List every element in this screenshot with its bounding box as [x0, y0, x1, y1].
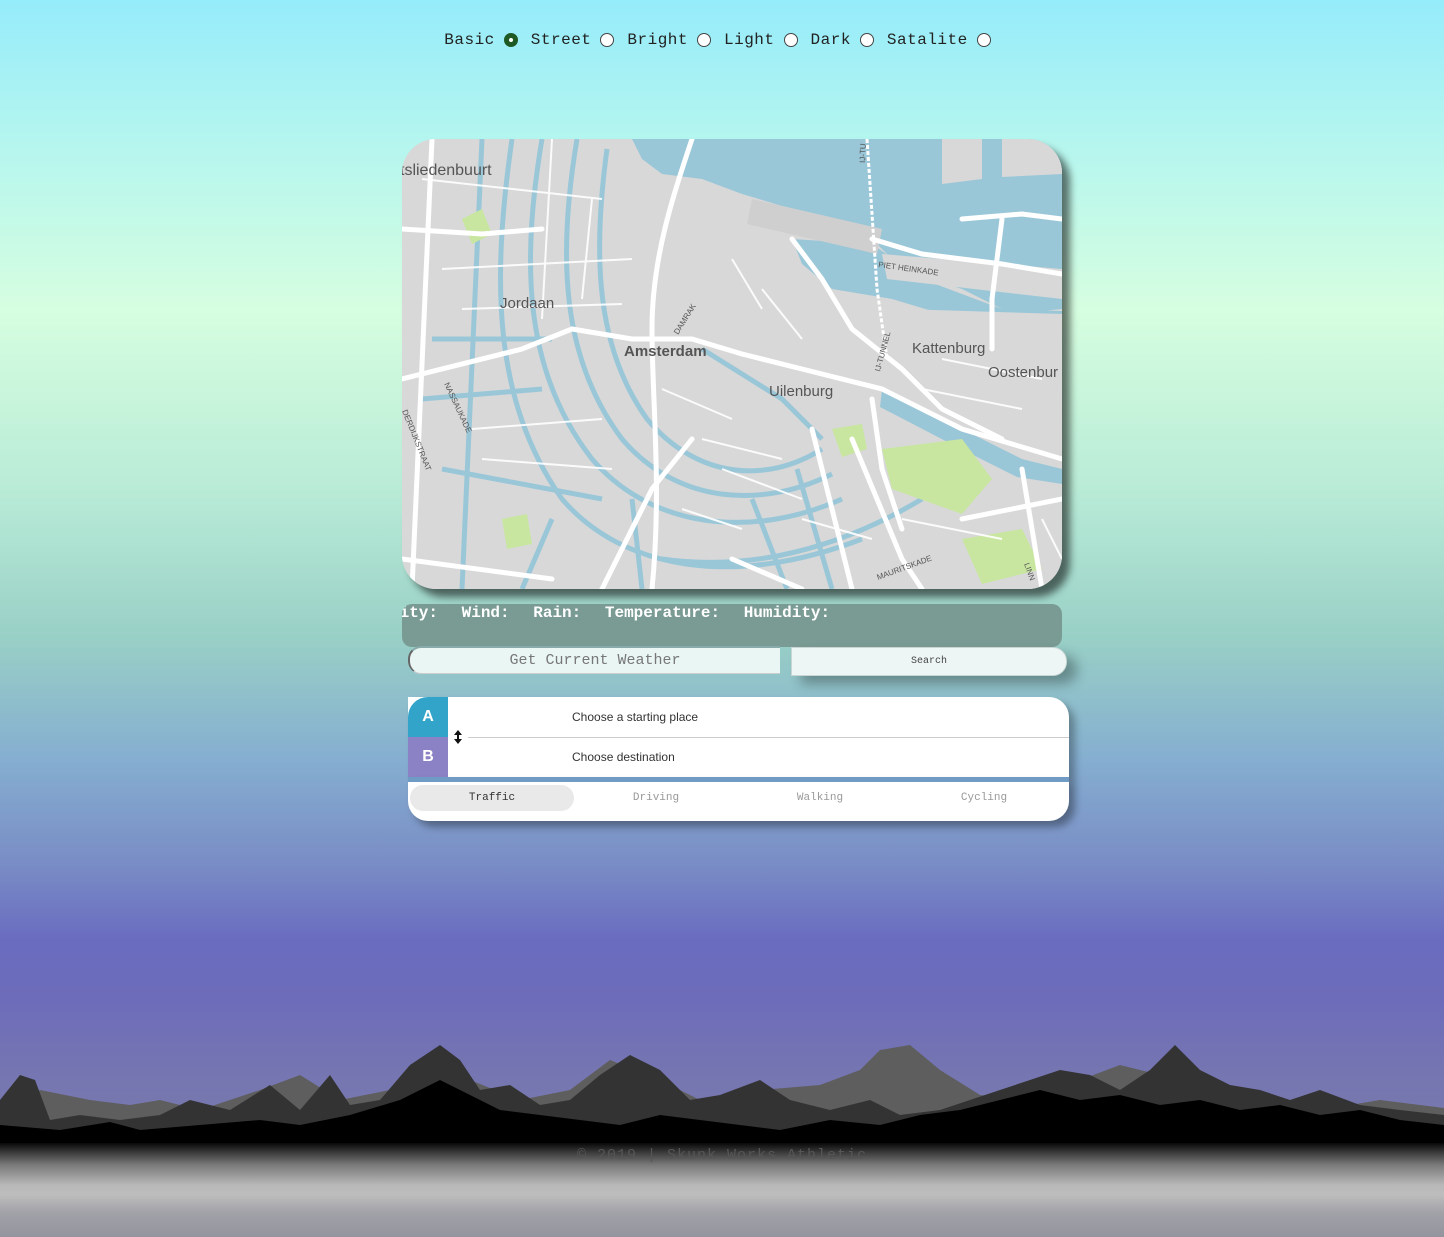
- style-radio-basic[interactable]: [503, 33, 518, 47]
- style-radio-street[interactable]: [600, 33, 615, 47]
- style-option-light[interactable]: Light: [724, 31, 807, 49]
- map-label-jordaan: Jordaan: [500, 295, 554, 312]
- style-option-basic[interactable]: Basic: [444, 31, 527, 49]
- tab-driving[interactable]: Driving: [574, 785, 738, 811]
- style-radio-dark[interactable]: [859, 33, 874, 47]
- profile-tabs: Traffic Driving Walking Cycling: [410, 785, 1066, 811]
- style-label-dark: Dark: [810, 31, 851, 49]
- directions-profile-bar: Traffic Driving Walking Cycling: [408, 777, 1069, 821]
- style-label-street: Street: [530, 31, 592, 49]
- map-style-switcher: Basic Street Bright Light Dark Satalite: [0, 31, 1444, 49]
- style-option-dark[interactable]: Dark: [811, 31, 883, 49]
- weather-fields: lity: Wind: Rain: Temperature: Humidity:: [402, 604, 844, 622]
- style-label-satalite: Satalite: [886, 31, 968, 49]
- style-option-street[interactable]: Street: [531, 31, 624, 49]
- style-option-satalite[interactable]: Satalite: [887, 31, 1000, 49]
- weather-info-bar: lity: Wind: Rain: Temperature: Humidity:: [402, 604, 1062, 647]
- map-label-ij-tunnel-top: IJ-TU: [858, 143, 868, 163]
- weather-field-rain: Rain:: [533, 604, 582, 622]
- tab-walking[interactable]: Walking: [738, 785, 902, 811]
- weather-field-temperature: Temperature:: [604, 604, 721, 622]
- footer: © 2019 | Skunk Works Athletic: [0, 1143, 1444, 1237]
- map-view[interactable]: tsliedenbuurt Jordaan Amsterdam Uilenbur…: [402, 139, 1062, 589]
- map-label-kattenburg: Kattenburg: [912, 340, 985, 357]
- map-label-westerpark: tsliedenbuurt: [402, 162, 492, 179]
- style-label-basic: Basic: [444, 31, 495, 49]
- map-label-oostenburg: Oostenbur: [988, 364, 1058, 381]
- style-label-light: Light: [724, 31, 775, 49]
- destination-input[interactable]: Choose destination: [572, 750, 675, 764]
- swap-icon[interactable]: [452, 729, 464, 745]
- footer-copyright: © 2019 | Skunk Works Athletic: [576, 1147, 868, 1164]
- style-option-bright[interactable]: Bright: [627, 31, 720, 49]
- origin-marker: A: [408, 697, 448, 737]
- destination-marker: B: [408, 737, 448, 777]
- map-label-uilenburg: Uilenburg: [769, 383, 833, 400]
- map-park-sw: [502, 514, 532, 549]
- map-label-amsterdam: Amsterdam: [624, 343, 707, 360]
- weather-field-wind: Wind:: [461, 604, 510, 622]
- origin-input[interactable]: Choose a starting place: [572, 710, 698, 724]
- weather-search-input[interactable]: Get Current Weather: [408, 646, 780, 674]
- map-canvas[interactable]: tsliedenbuurt Jordaan Amsterdam Uilenbur…: [402, 139, 1062, 589]
- style-radio-bright[interactable]: [697, 33, 711, 47]
- map-pier-north: [942, 139, 982, 184]
- weather-field-visibility: lity:: [402, 604, 439, 622]
- directions-divider: [468, 737, 1069, 738]
- tab-cycling[interactable]: Cycling: [902, 785, 1066, 811]
- directions-panel: A B Choose a starting place Choose desti…: [408, 697, 1069, 777]
- mountain-silhouette: [0, 1045, 1444, 1145]
- style-radio-satalite[interactable]: [976, 33, 991, 47]
- weather-search-button[interactable]: Search: [791, 647, 1067, 676]
- weather-field-humidity: Humidity:: [743, 604, 831, 622]
- style-label-bright: Bright: [627, 31, 688, 49]
- map-pier-north-2: [1002, 139, 1062, 177]
- style-radio-light[interactable]: [783, 33, 798, 47]
- tab-traffic[interactable]: Traffic: [410, 785, 574, 811]
